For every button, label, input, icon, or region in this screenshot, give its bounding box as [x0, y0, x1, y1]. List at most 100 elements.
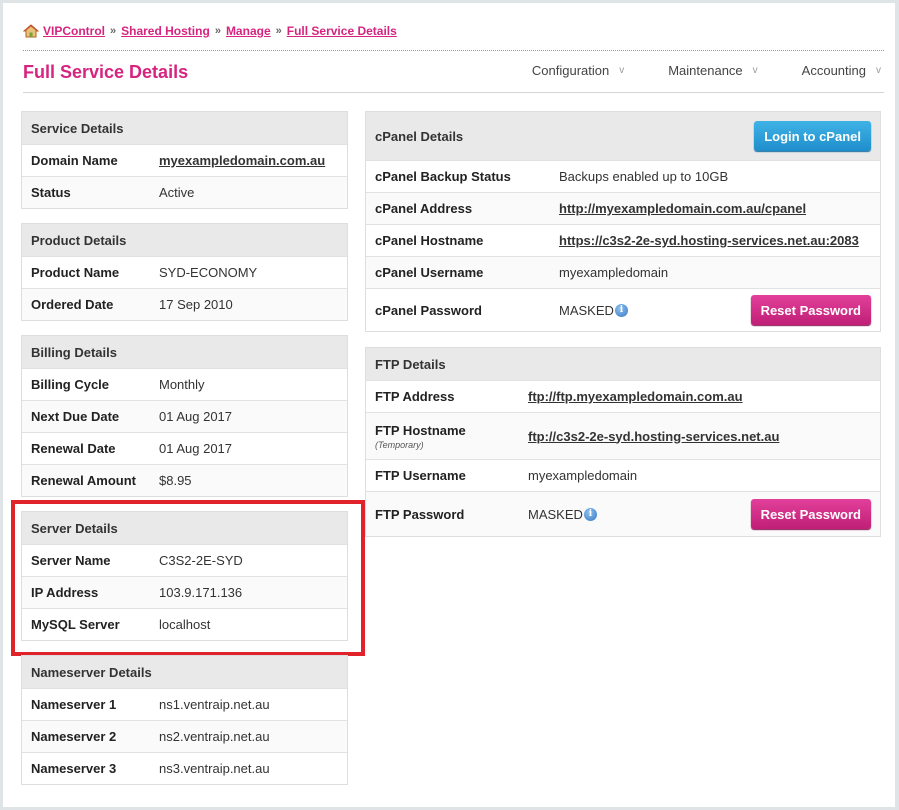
- row-value: myexampledomain: [528, 468, 638, 483]
- nav-maintenance[interactable]: Maintenance v: [668, 63, 757, 78]
- nav-label: Maintenance: [668, 63, 743, 78]
- row-value: 01 Aug 2017: [159, 441, 233, 456]
- divider: [23, 50, 884, 51]
- row-value: 01 Aug 2017: [159, 409, 233, 424]
- row-value: SYD-ECONOMY: [159, 265, 258, 280]
- table-row: Product Name SYD-ECONOMY: [22, 256, 347, 288]
- row-label: FTP Address: [375, 389, 455, 404]
- cpanel-hostname-link[interactable]: https://c3s2-2e-syd.hosting-services.net…: [559, 233, 859, 248]
- row-label: cPanel Hostname: [375, 233, 484, 248]
- row-label: Nameserver 3: [31, 761, 117, 776]
- row-value: ns2.ventraip.net.au: [159, 729, 270, 744]
- row-label: Billing Cycle: [31, 377, 110, 392]
- row-label-text: FTP Hostname: [375, 422, 466, 438]
- info-icon[interactable]: i: [583, 507, 597, 521]
- table-row: FTP Hostname (Temporary) ftp://c3s2-2e-s…: [366, 412, 880, 459]
- billing-details-panel: Billing Details Billing Cycle Monthly Ne…: [21, 335, 348, 497]
- row-value: 17 Sep 2010: [159, 297, 233, 312]
- row-label: cPanel Address: [375, 201, 473, 216]
- table-row: FTP Address ftp://ftp.myexampledomain.co…: [366, 380, 880, 412]
- nav-configuration[interactable]: Configuration v: [532, 63, 624, 78]
- row-label: cPanel Username: [375, 265, 484, 280]
- service-details-panel: Service Details Domain Name myexampledom…: [21, 111, 348, 209]
- row-label: Renewal Amount: [31, 473, 136, 488]
- row-value: myexampledomain: [559, 265, 669, 280]
- table-row: cPanel Password MASKED i Reset Password: [366, 288, 880, 331]
- page: VIPControl » Shared Hosting » Manage » F…: [3, 3, 895, 807]
- table-row: Nameserver 2 ns2.ventraip.net.au: [22, 720, 347, 752]
- home-icon: [22, 24, 40, 38]
- page-title: Full Service Details: [23, 62, 189, 82]
- row-label: FTP Hostname (Temporary): [375, 423, 528, 450]
- table-row: cPanel Username myexampledomain: [366, 256, 880, 288]
- panel-title: Product Details: [22, 224, 347, 256]
- nav-accounting[interactable]: Accounting v: [802, 63, 881, 78]
- domain-name-link[interactable]: myexampledomain.com.au: [159, 153, 325, 168]
- breadcrumb-separator: »: [275, 25, 282, 37]
- ftp-hostname-link[interactable]: ftp://c3s2-2e-syd.hosting-services.net.a…: [528, 429, 779, 444]
- row-label: Renewal Date: [31, 441, 116, 456]
- table-row: cPanel Address http://myexampledomain.co…: [366, 192, 880, 224]
- panel-title: Service Details: [22, 112, 347, 144]
- table-row: Next Due Date 01 Aug 2017: [22, 400, 347, 432]
- info-icon[interactable]: i: [614, 303, 628, 317]
- breadcrumb-full-service-details[interactable]: Full Service Details: [287, 24, 397, 38]
- status-value: Active: [159, 185, 195, 200]
- row-label: cPanel Backup Status: [375, 169, 511, 184]
- highlight-annotation: [11, 500, 365, 656]
- table-row: Status Active: [22, 176, 347, 208]
- nameserver-details-panel: Nameserver Details Nameserver 1 ns1.vent…: [21, 655, 348, 785]
- breadcrumb: VIPControl » Shared Hosting » Manage » F…: [22, 24, 397, 38]
- ftp-reset-password-button[interactable]: Reset Password: [750, 499, 871, 529]
- masked-text: MASKED: [528, 506, 583, 522]
- table-row: Nameserver 1 ns1.ventraip.net.au: [22, 688, 347, 720]
- table-row: Billing Cycle Monthly: [22, 368, 347, 400]
- row-label: Next Due Date: [31, 409, 120, 424]
- table-row: FTP Username myexampledomain: [366, 459, 880, 491]
- chevron-down-icon: v: [752, 65, 758, 76]
- panel-title: cPanel Details: [375, 128, 464, 144]
- table-row: Ordered Date 17 Sep 2010: [22, 288, 347, 320]
- row-label: Domain Name: [31, 153, 118, 168]
- cpanel-details-panel: cPanel Details Login to cPanel cPanel Ba…: [365, 111, 881, 332]
- row-value: ns3.ventraip.net.au: [159, 761, 270, 776]
- chevron-down-icon: v: [619, 65, 625, 76]
- row-label: Status: [31, 185, 71, 200]
- chevron-down-icon: v: [876, 65, 881, 76]
- table-row: Renewal Amount $8.95: [22, 464, 347, 496]
- breadcrumb-separator: »: [214, 25, 221, 37]
- divider: [23, 92, 884, 93]
- panel-title: FTP Details: [366, 348, 880, 380]
- row-label: Product Name: [31, 265, 120, 280]
- table-row: Nameserver 3 ns3.ventraip.net.au: [22, 752, 347, 784]
- panel-header: cPanel Details Login to cPanel: [366, 112, 880, 160]
- ftp-details-panel: FTP Details FTP Address ftp://ftp.myexam…: [365, 347, 881, 537]
- row-label: Nameserver 1: [31, 697, 117, 712]
- table-row: cPanel Backup Status Backups enabled up …: [366, 160, 880, 192]
- ftp-address-link[interactable]: ftp://ftp.myexampledomain.com.au: [528, 389, 743, 404]
- masked-text: MASKED: [559, 302, 614, 318]
- cpanel-reset-password-button[interactable]: Reset Password: [750, 295, 871, 325]
- row-value: ns1.ventraip.net.au: [159, 697, 270, 712]
- table-row: Renewal Date 01 Aug 2017: [22, 432, 347, 464]
- table-row: Domain Name myexampledomain.com.au: [22, 144, 347, 176]
- table-row: FTP Password MASKED i Reset Password: [366, 491, 880, 536]
- top-nav: Configuration v Maintenance v Accounting…: [488, 63, 881, 78]
- breadcrumb-shared-hosting[interactable]: Shared Hosting: [121, 24, 210, 38]
- row-label: FTP Password: [375, 506, 465, 522]
- breadcrumb-manage[interactable]: Manage: [226, 24, 271, 38]
- panel-title: Nameserver Details: [22, 656, 347, 688]
- row-label: cPanel Password: [375, 302, 482, 318]
- panel-title: Billing Details: [22, 336, 347, 368]
- password-value: MASKED i: [528, 507, 751, 522]
- row-value: Backups enabled up to 10GB: [559, 169, 729, 184]
- breadcrumb-vipcontrol[interactable]: VIPControl: [43, 24, 105, 38]
- row-value: Monthly: [159, 377, 205, 392]
- row-value: $8.95: [159, 473, 192, 488]
- nav-label: Accounting: [801, 63, 866, 78]
- product-details-panel: Product Details Product Name SYD-ECONOMY…: [21, 223, 348, 321]
- cpanel-address-link[interactable]: http://myexampledomain.com.au/cpanel: [559, 201, 806, 216]
- password-value: MASKED i: [559, 303, 751, 318]
- login-to-cpanel-button[interactable]: Login to cPanel: [754, 121, 871, 151]
- row-label: Nameserver 2: [31, 729, 117, 744]
